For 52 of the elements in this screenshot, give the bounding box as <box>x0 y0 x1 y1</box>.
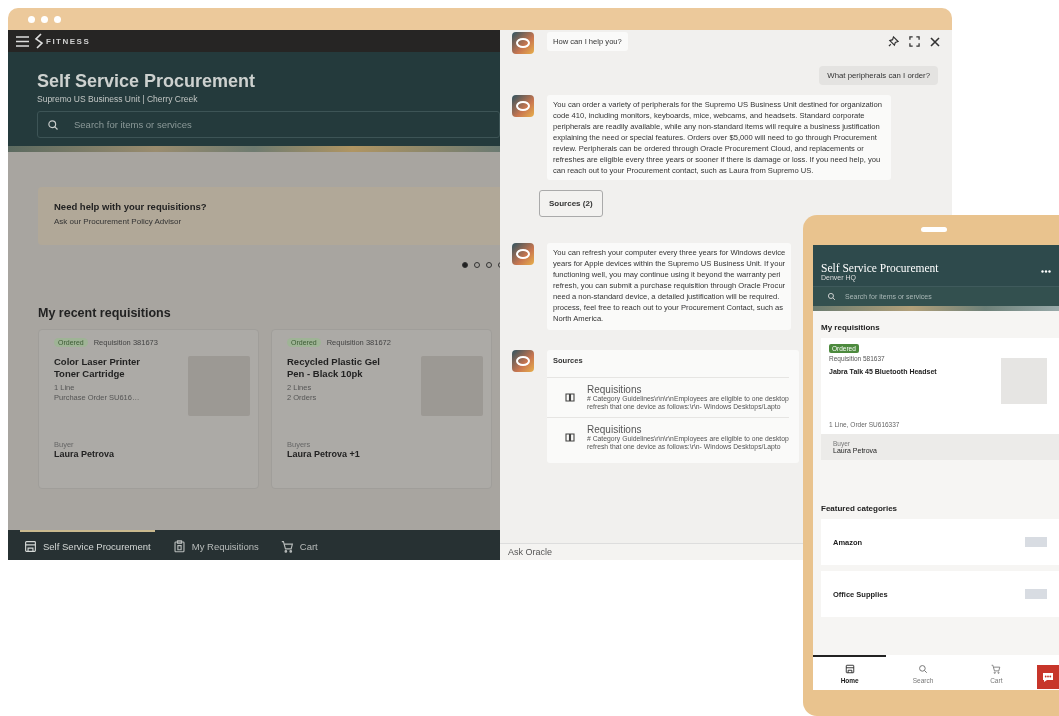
nav-tab[interactable]: Self Service Procurement <box>20 530 155 560</box>
assistant-avatar-icon <box>512 95 534 117</box>
cart-icon <box>280 539 294 553</box>
more-icon[interactable] <box>1041 270 1051 273</box>
photo-placeholder <box>1001 358 1047 404</box>
page-subtitle: Supremo US Business Unit | Cherry Creek <box>37 94 199 104</box>
buyer-name: Laura Petrova +1 <box>287 449 361 459</box>
store-icon <box>24 539 37 553</box>
clipboard-icon <box>172 539 186 553</box>
help-title: Need help with your requisitions? <box>54 201 208 212</box>
help-text: Ask our Procurement Policy Advisor <box>54 217 183 226</box>
nav-tab[interactable]: Cart <box>276 530 322 560</box>
window-control-dot[interactable] <box>28 15 35 23</box>
logo-mark-icon <box>34 33 44 49</box>
store-icon <box>844 663 855 674</box>
section-title: My recent requisitions <box>38 306 172 320</box>
chat-button[interactable] <box>1037 665 1059 689</box>
message-input[interactable]: Ask Oracle <box>500 544 786 560</box>
pin-icon[interactable] <box>888 36 899 47</box>
source-title: Requisitions <box>587 424 642 435</box>
search-icon <box>918 663 928 674</box>
window-control-dot[interactable] <box>41 15 48 23</box>
menu-icon[interactable] <box>16 35 29 47</box>
chat-bubble-icon <box>1042 671 1054 683</box>
book-icon <box>565 433 575 442</box>
search-icon <box>827 292 836 301</box>
assistant-avatar-icon <box>512 350 534 372</box>
phone-speaker <box>921 227 947 232</box>
assistant-avatar-icon <box>512 243 534 265</box>
assistant-avatar-icon <box>512 32 534 54</box>
nav-tab[interactable]: My Requisitions <box>168 530 263 560</box>
section-title: Featured categories <box>821 504 899 513</box>
page-title: Self Service Procurement <box>821 262 939 274</box>
photo-placeholder <box>1025 589 1047 599</box>
item-title: Color Laser Printer Toner Cartridge <box>54 356 142 380</box>
expand-icon[interactable] <box>909 36 920 47</box>
source-title: Requisitions <box>587 384 642 395</box>
search-icon <box>47 119 59 131</box>
buyer-name: Laura Petrova <box>54 449 116 459</box>
page-title: Self Service Procurement <box>37 70 257 92</box>
sources-button[interactable]: Sources (2) <box>539 190 603 217</box>
cart-icon <box>991 663 1002 674</box>
close-icon[interactable] <box>930 36 940 47</box>
window-control-dot[interactable] <box>54 15 61 23</box>
item-title: Recycled Plastic Gel Pen - Black 10pk <box>287 356 381 380</box>
book-icon <box>565 393 575 402</box>
logo-text: FITNESS <box>46 36 91 46</box>
carousel-dot[interactable] <box>462 262 468 268</box>
section-title: My requisitions <box>821 323 881 332</box>
help-card[interactable]: Need help with your requisitions? Ask our Procurement Policy Advisor <box>38 187 500 245</box>
search-field[interactable]: Search for items or services <box>37 111 500 138</box>
photo-placeholder <box>1025 537 1047 547</box>
